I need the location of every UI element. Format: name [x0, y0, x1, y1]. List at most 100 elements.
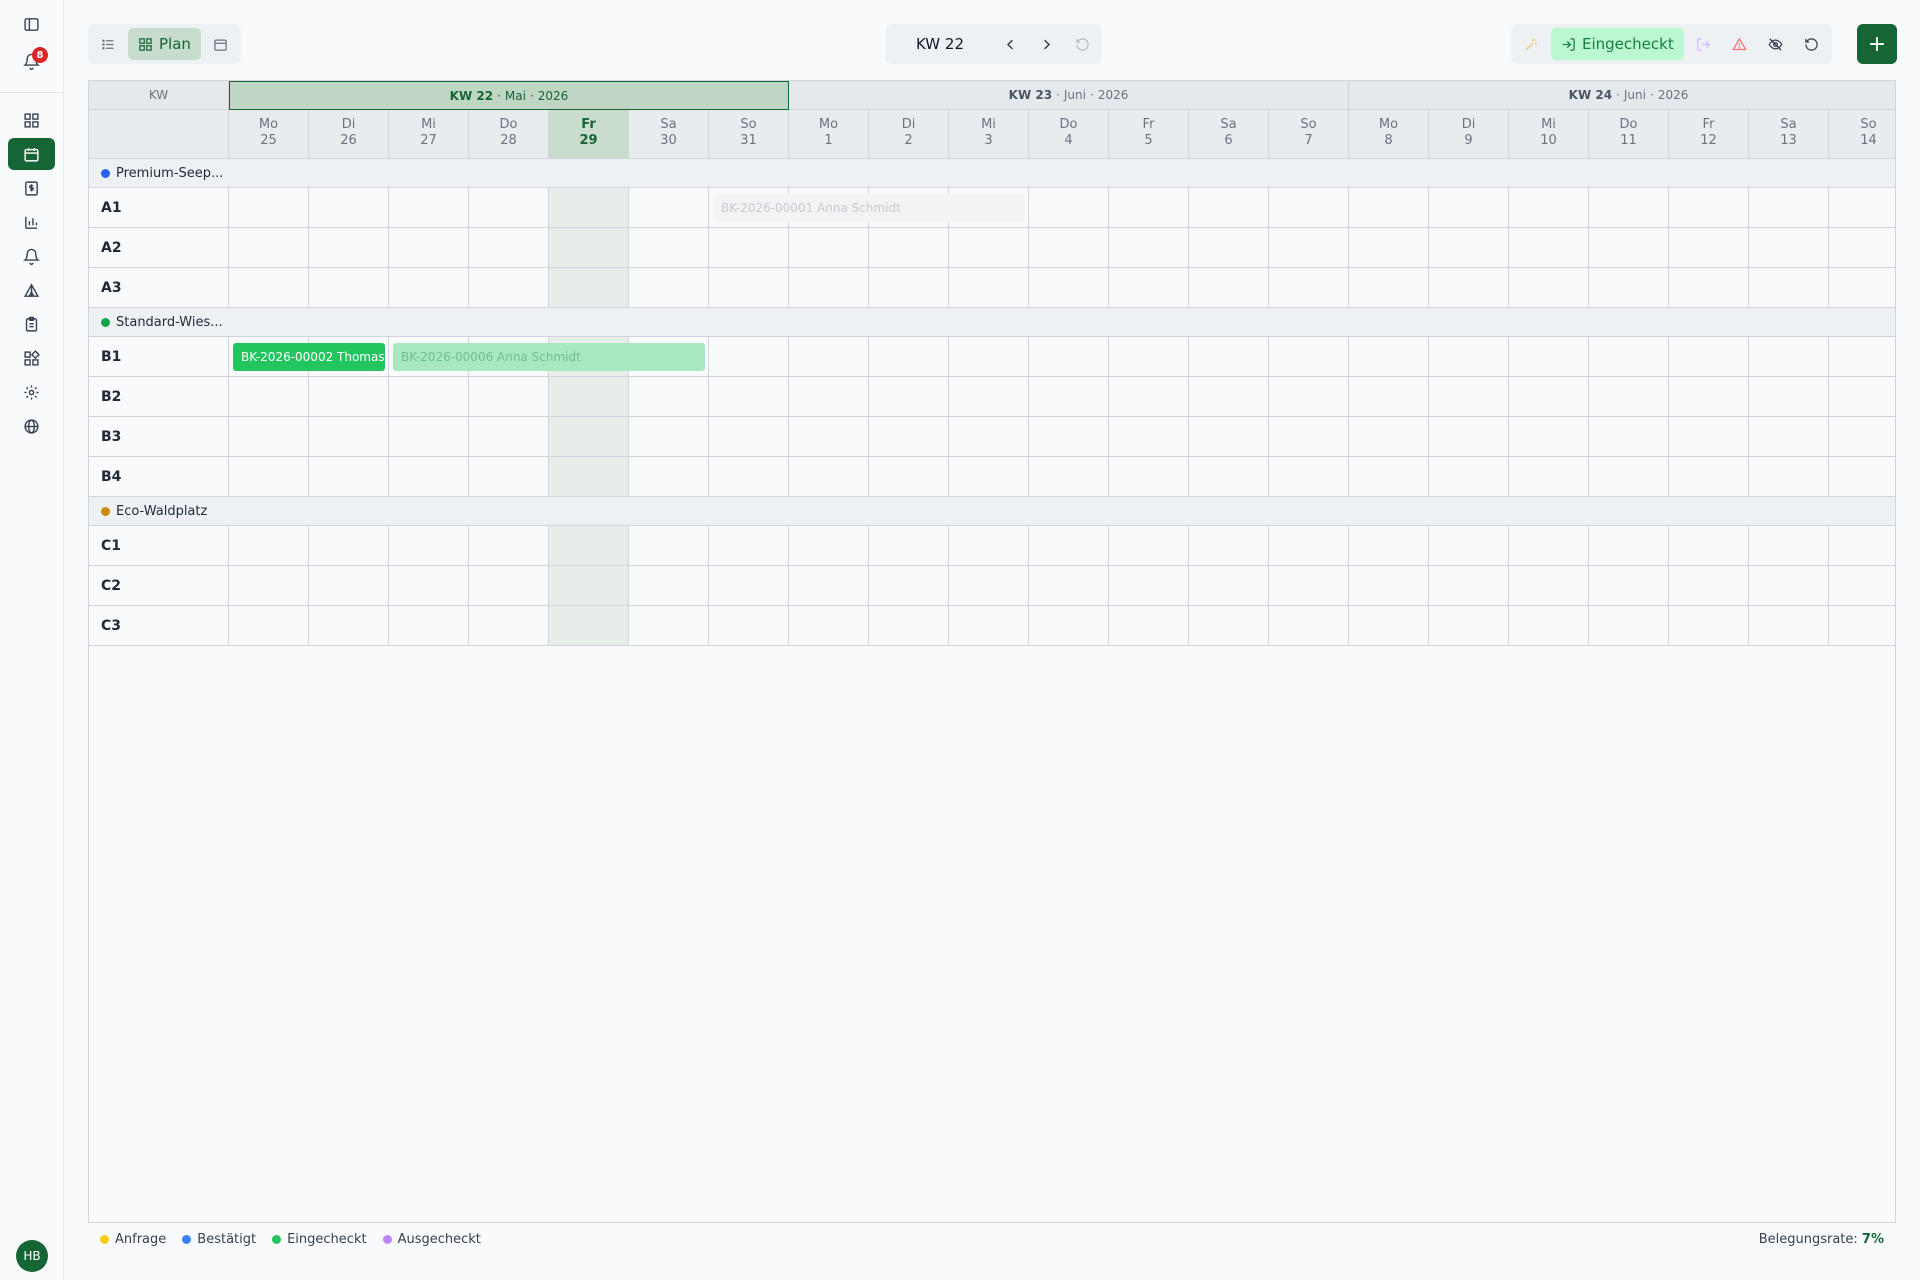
day-cell[interactable]	[1509, 188, 1589, 228]
booking-bar[interactable]: BK-2026-00002 Thomas Weber	[233, 343, 385, 371]
day-cell[interactable]	[789, 268, 869, 308]
day-cell[interactable]	[1589, 268, 1669, 308]
day-cell[interactable]	[789, 526, 869, 566]
day-cell[interactable]	[869, 268, 949, 308]
day-cell[interactable]	[1269, 228, 1349, 268]
day-cell[interactable]	[1029, 377, 1109, 417]
sidebar-item-settings[interactable]	[8, 376, 55, 408]
day-cell[interactable]	[789, 566, 869, 606]
day-cell[interactable]	[709, 268, 789, 308]
day-cell[interactable]	[869, 526, 949, 566]
day-cell[interactable]	[1029, 526, 1109, 566]
day-cell[interactable]	[229, 526, 309, 566]
day-cell[interactable]	[1669, 457, 1749, 497]
day-cell[interactable]	[1349, 526, 1429, 566]
day-cell[interactable]	[1029, 188, 1109, 228]
day-cell[interactable]	[1189, 526, 1269, 566]
day-cell[interactable]	[1349, 188, 1429, 228]
day-cell[interactable]	[549, 457, 629, 497]
day-cell[interactable]	[1029, 228, 1109, 268]
day-cell[interactable]	[709, 377, 789, 417]
day-cell[interactable]	[1429, 268, 1509, 308]
booking-bar[interactable]: BK-2026-00001 Anna Schmidt	[713, 194, 1025, 222]
day-cell[interactable]	[869, 566, 949, 606]
day-cell[interactable]	[1589, 228, 1669, 268]
day-cell[interactable]	[949, 526, 1029, 566]
sidebar-item-website[interactable]	[8, 410, 55, 442]
day-cell[interactable]	[1429, 228, 1509, 268]
calendar-view-button[interactable]	[205, 28, 237, 60]
conflicts-filter-button[interactable]	[1724, 28, 1756, 60]
day-cell[interactable]	[1109, 268, 1189, 308]
new-booking-button[interactable]: +	[1857, 24, 1897, 64]
pitch-label[interactable]: A1	[89, 188, 229, 228]
list-view-button[interactable]	[92, 28, 124, 60]
day-cell[interactable]	[549, 566, 629, 606]
day-cell[interactable]	[1189, 606, 1269, 646]
day-cell[interactable]	[1269, 377, 1349, 417]
day-cell[interactable]	[1509, 377, 1589, 417]
toggle-sidebar-button[interactable]	[8, 8, 55, 40]
day-cell[interactable]	[469, 228, 549, 268]
day-cell[interactable]	[1029, 417, 1109, 457]
day-cell[interactable]	[1029, 566, 1109, 606]
day-cell[interactable]	[949, 566, 1029, 606]
day-cell[interactable]	[1589, 417, 1669, 457]
day-cell[interactable]	[869, 377, 949, 417]
day-cell[interactable]	[629, 457, 709, 497]
day-cell[interactable]	[1829, 417, 1895, 457]
pitch-label[interactable]: A2	[89, 228, 229, 268]
sidebar-item-modules[interactable]	[8, 342, 55, 374]
day-cell[interactable]	[1029, 268, 1109, 308]
day-cell[interactable]	[1429, 566, 1509, 606]
day-cell[interactable]	[1509, 606, 1589, 646]
day-cell[interactable]	[1829, 188, 1895, 228]
pitch-label[interactable]: B2	[89, 377, 229, 417]
day-cell[interactable]	[629, 417, 709, 457]
day-cell[interactable]	[309, 228, 389, 268]
day-cell[interactable]	[629, 606, 709, 646]
day-cell[interactable]	[1749, 457, 1829, 497]
day-cell[interactable]	[1669, 566, 1749, 606]
day-cell[interactable]	[949, 337, 1029, 377]
day-cell[interactable]	[469, 377, 549, 417]
sidebar-item-pitches[interactable]	[8, 274, 55, 306]
day-cell[interactable]	[1589, 566, 1669, 606]
day-cell[interactable]	[1749, 188, 1829, 228]
day-cell[interactable]	[869, 337, 949, 377]
day-cell[interactable]	[1189, 566, 1269, 606]
day-cell[interactable]	[1509, 566, 1589, 606]
day-cell[interactable]	[389, 228, 469, 268]
day-cell[interactable]	[549, 526, 629, 566]
day-cell[interactable]	[1829, 606, 1895, 646]
day-cell[interactable]	[1429, 526, 1509, 566]
day-cell[interactable]	[1509, 417, 1589, 457]
day-cell[interactable]	[709, 337, 789, 377]
day-cell[interactable]	[1669, 526, 1749, 566]
day-cell[interactable]	[1349, 377, 1429, 417]
day-cell[interactable]	[549, 188, 629, 228]
day-cell[interactable]	[1749, 526, 1829, 566]
day-cell[interactable]	[549, 606, 629, 646]
day-cell[interactable]	[309, 188, 389, 228]
day-cell[interactable]	[1829, 268, 1895, 308]
day-cell[interactable]	[1429, 417, 1509, 457]
day-cell[interactable]	[469, 457, 549, 497]
day-cell[interactable]	[789, 228, 869, 268]
sidebar-item-dashboard[interactable]	[8, 104, 55, 136]
day-cell[interactable]	[469, 526, 549, 566]
day-cell[interactable]	[1749, 228, 1829, 268]
previous-week-button[interactable]	[994, 28, 1026, 60]
day-cell[interactable]	[1269, 606, 1349, 646]
day-cell[interactable]	[1829, 377, 1895, 417]
day-cell[interactable]	[309, 268, 389, 308]
day-cell[interactable]	[469, 566, 549, 606]
day-cell[interactable]	[1349, 268, 1429, 308]
day-cell[interactable]	[1509, 457, 1589, 497]
day-cell[interactable]	[1669, 377, 1749, 417]
day-cell[interactable]	[709, 566, 789, 606]
day-cell[interactable]	[629, 526, 709, 566]
pitch-label[interactable]: C3	[89, 606, 229, 646]
day-cell[interactable]	[309, 377, 389, 417]
day-cell[interactable]	[709, 228, 789, 268]
